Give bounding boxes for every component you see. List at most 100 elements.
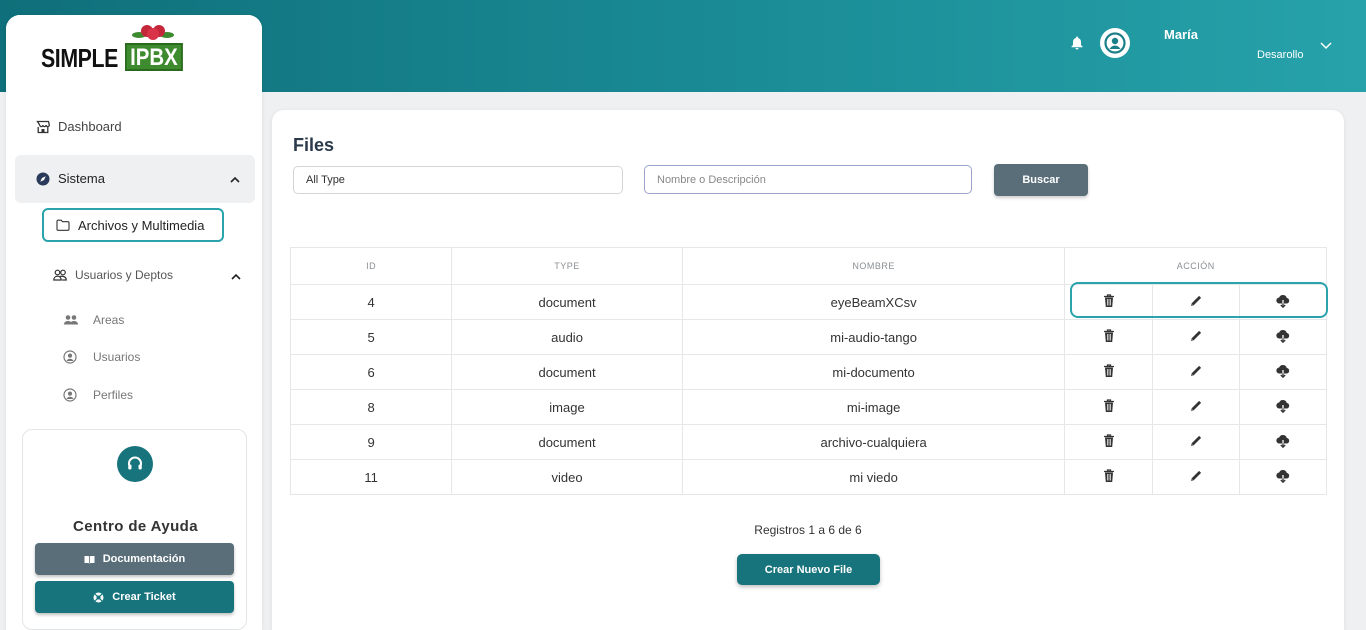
pencil-icon[interactable]	[1189, 400, 1203, 416]
table-row: 6 document mi-documento	[289, 354, 1328, 390]
cloud-download-icon[interactable]	[1276, 294, 1290, 311]
trash-icon[interactable]	[1103, 293, 1115, 311]
download-action[interactable]	[1238, 284, 1328, 320]
cell-id: 6	[289, 354, 453, 390]
sidebar-item-perfiles[interactable]: Perfiles	[63, 388, 133, 402]
records-count: Registros 1 a 6 de 6	[754, 523, 862, 537]
sidebar-item-label: Sistema	[58, 171, 105, 186]
logo-area: SIMPLE IPBX	[6, 15, 262, 93]
trash-icon[interactable]	[1103, 468, 1115, 486]
trash-icon[interactable]	[1103, 328, 1115, 346]
chevron-up-icon[interactable]	[231, 273, 241, 280]
search-input[interactable]: Nombre o Descripción	[644, 165, 972, 194]
download-action[interactable]	[1238, 459, 1328, 495]
cell-id: 11	[289, 459, 453, 495]
table-header-row: ID TYPE NOMBRE ACCIÓN	[289, 247, 1327, 285]
column-header-nombre: NOMBRE	[681, 247, 1066, 285]
help-center-card: Centro de Ayuda Documentación Crear Tick…	[22, 429, 247, 630]
pencil-icon[interactable]	[1189, 470, 1203, 486]
pencil-icon[interactable]	[1189, 435, 1203, 451]
logo-text-simple: SIMPLE	[41, 43, 118, 73]
logo-text-ipbx: IPBX	[125, 43, 183, 71]
cell-id: 4	[289, 284, 453, 320]
user-circle-icon	[63, 388, 77, 402]
cell-nombre: archivo-cualquiera	[681, 424, 1066, 460]
cell-nombre: mi-documento	[681, 354, 1066, 390]
sidebar-item-label: Archivos y Multimedia	[78, 217, 205, 233]
user-name[interactable]: María	[1164, 27, 1198, 42]
documentation-button[interactable]: Documentación	[35, 543, 234, 575]
cell-type: image	[451, 389, 683, 425]
delete-action[interactable]	[1064, 354, 1153, 390]
sidebar-item-sistema[interactable]: Sistema	[15, 155, 255, 203]
download-action[interactable]	[1238, 424, 1328, 460]
delete-action[interactable]	[1064, 424, 1153, 460]
user-avatar[interactable]	[1100, 28, 1130, 58]
edit-action[interactable]	[1151, 354, 1240, 390]
cell-type: document	[451, 424, 683, 460]
search-button[interactable]: Buscar	[994, 164, 1088, 196]
create-ticket-button[interactable]: Crear Ticket	[35, 581, 234, 613]
logo-flower-icon	[132, 25, 174, 40]
sidebar-item-label: Usuarios	[93, 350, 141, 364]
documentation-label: Documentación	[102, 553, 186, 565]
cloud-download-icon[interactable]	[1276, 329, 1290, 346]
pencil-icon[interactable]	[1189, 295, 1203, 311]
sidebar-item-dashboard[interactable]: Dashboard	[36, 119, 122, 134]
edit-action[interactable]	[1151, 389, 1240, 425]
sidebar-item-usuarios[interactable]: Usuarios	[63, 350, 140, 364]
edit-action[interactable]	[1151, 284, 1240, 320]
cell-nombre: mi viedo	[681, 459, 1066, 495]
type-select[interactable]: All Type	[293, 166, 623, 194]
delete-action[interactable]	[1064, 459, 1153, 495]
book-icon	[84, 555, 95, 564]
download-action[interactable]	[1238, 319, 1328, 355]
bell-icon[interactable]	[1071, 36, 1083, 55]
sidebar-item-label: Areas	[93, 313, 125, 327]
edit-action[interactable]	[1151, 459, 1240, 495]
cell-nombre: eyeBeamXCsv	[681, 284, 1066, 320]
table-row: 5 audio mi-audio-tango	[289, 319, 1328, 355]
sidebar-item-label: Perfiles	[93, 388, 134, 402]
table-row: 11 video mi viedo	[289, 459, 1328, 495]
table-row: 4 document eyeBeamXCsv	[289, 284, 1328, 320]
delete-action[interactable]	[1064, 284, 1153, 320]
delete-action[interactable]	[1064, 389, 1153, 425]
store-icon	[36, 120, 50, 133]
sidebar-item-areas[interactable]: Areas	[63, 313, 124, 327]
folder-icon	[56, 219, 70, 231]
trash-icon[interactable]	[1103, 398, 1115, 416]
edit-action[interactable]	[1151, 319, 1240, 355]
download-action[interactable]	[1238, 389, 1328, 425]
download-action[interactable]	[1238, 354, 1328, 390]
pencil-icon[interactable]	[1189, 330, 1203, 346]
cell-id: 5	[289, 319, 453, 355]
pencil-icon[interactable]	[1189, 365, 1203, 381]
cloud-download-icon[interactable]	[1276, 399, 1290, 416]
cloud-download-icon[interactable]	[1276, 364, 1290, 381]
user-role[interactable]: Desarollo	[1257, 49, 1303, 61]
chevron-up-icon[interactable]	[230, 176, 240, 183]
sidebar-item-usuarios-deptos[interactable]: Usuarios y Deptos	[53, 268, 173, 282]
trash-icon[interactable]	[1103, 363, 1115, 381]
sidebar-item-archivos[interactable]: Archivos y Multimedia	[42, 208, 224, 242]
cloud-download-icon[interactable]	[1276, 469, 1290, 486]
delete-action[interactable]	[1064, 319, 1153, 355]
headset-icon	[117, 446, 153, 482]
cloud-download-icon[interactable]	[1276, 434, 1290, 451]
cell-id: 8	[289, 389, 453, 425]
create-file-button[interactable]: Crear Nuevo File	[737, 554, 880, 585]
table-row: 8 image mi-image	[289, 389, 1328, 425]
table-row: 9 document archivo-cualquiera	[289, 424, 1328, 460]
chevron-down-icon[interactable]	[1320, 37, 1332, 55]
column-header-accion: ACCIÓN	[1064, 247, 1327, 285]
group-icon	[63, 315, 79, 325]
edit-action[interactable]	[1151, 424, 1240, 460]
trash-icon[interactable]	[1103, 433, 1115, 451]
main-panel: Files All Type Nombre o Descripción Busc…	[272, 110, 1344, 630]
lifebuoy-icon	[93, 592, 104, 602]
cell-nombre: mi-audio-tango	[681, 319, 1066, 355]
cell-type: audio	[451, 319, 683, 355]
sidebar-item-label: Usuarios y Deptos	[75, 268, 174, 282]
logo[interactable]: SIMPLE IPBX	[41, 25, 183, 73]
